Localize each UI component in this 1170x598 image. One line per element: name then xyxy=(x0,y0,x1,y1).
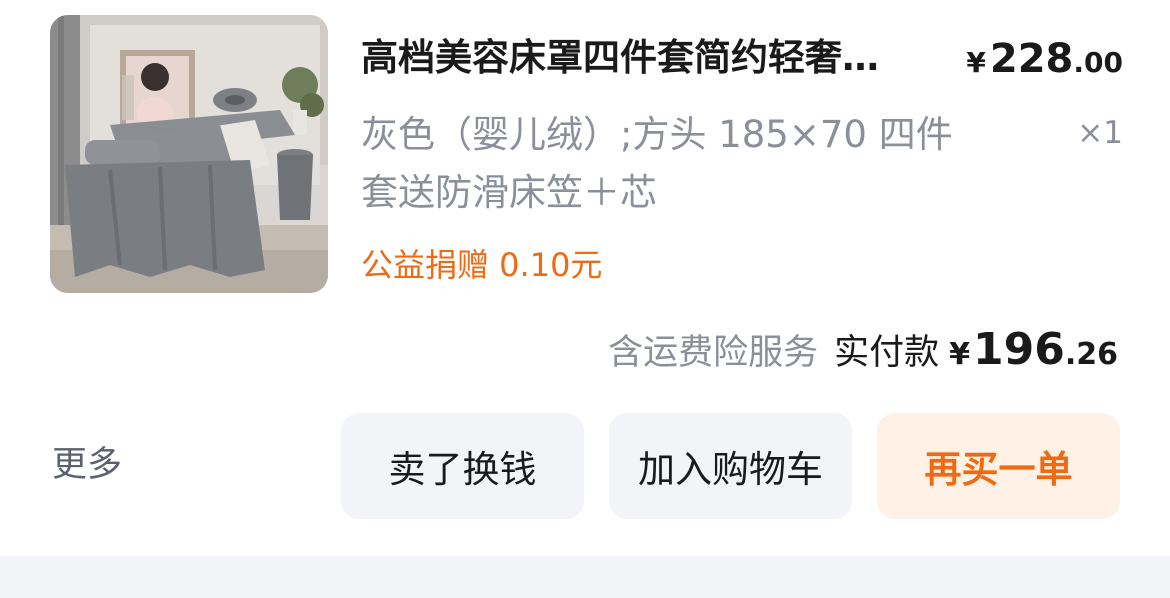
sell-for-cash-button[interactable]: 卖了换钱 xyxy=(341,413,584,519)
price-currency: ¥ xyxy=(966,46,986,79)
order-item-card: 高档美容床罩四件套简约轻奢… ¥228.00 灰色（婴儿绒）;方头 185×70… xyxy=(0,0,1170,556)
donation-note: 公益捐赠 0.10元 xyxy=(361,246,603,284)
add-to-cart-button[interactable]: 加入购物车 xyxy=(609,413,852,519)
payment-summary: 含运费险服务 实付款 ¥196.26 xyxy=(608,322,1118,387)
section-divider xyxy=(0,556,1170,598)
paid-decimal: .26 xyxy=(1064,337,1118,372)
paid-integer: 196 xyxy=(972,324,1065,375)
paid-currency: ¥ xyxy=(949,337,970,372)
more-actions-link[interactable]: 更多 xyxy=(52,440,122,490)
paid-amount-label: 实付款 xyxy=(834,333,940,373)
unit-price: ¥228.00 xyxy=(966,34,1123,92)
price-integer: 228 xyxy=(989,36,1074,82)
massage-bed-photo-icon xyxy=(50,15,328,293)
shipping-insurance-label: 含运费险服务 xyxy=(608,333,819,373)
buy-again-button[interactable]: 再买一单 xyxy=(877,413,1120,519)
product-quantity: ×1 xyxy=(1077,115,1123,151)
price-decimal: .00 xyxy=(1073,46,1123,79)
product-image[interactable] xyxy=(50,15,328,293)
product-title[interactable]: 高档美容床罩四件套简约轻奢… xyxy=(361,30,946,86)
product-spec: 灰色（婴儿绒）;方头 185×70 四件套送防滑床笠＋芯 xyxy=(361,113,953,214)
